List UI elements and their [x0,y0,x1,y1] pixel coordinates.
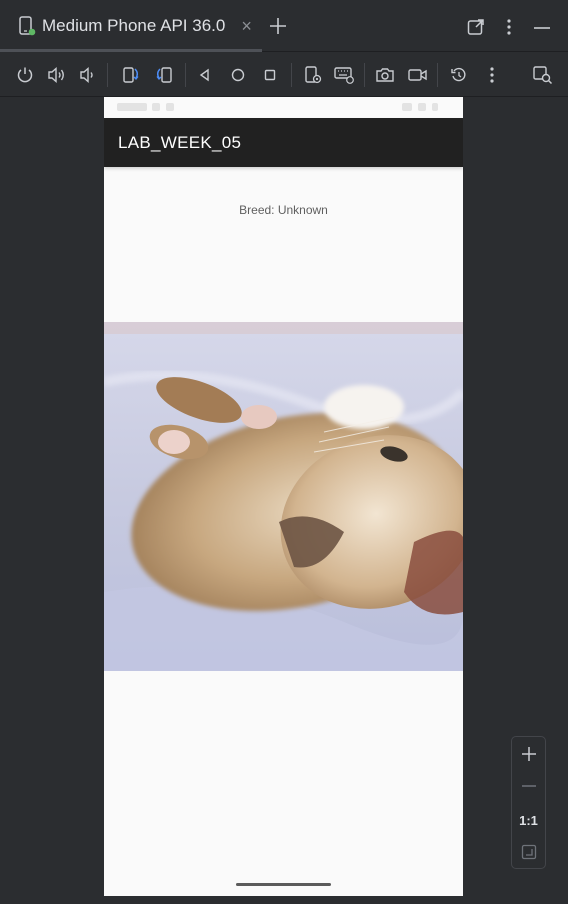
device-settings-icon[interactable] [301,63,325,87]
device-running-icon [18,16,36,36]
tab-medium-phone[interactable]: Medium Phone API 36.0 × [0,0,262,52]
new-tab-button[interactable] [266,14,290,38]
home-icon[interactable] [226,63,250,87]
tab-active-indicator [0,49,262,52]
power-icon[interactable] [13,63,37,87]
zoom-out-button[interactable] [512,775,545,797]
more-icon[interactable] [480,63,504,87]
device-screen[interactable]: LAB_WEEK_05 Breed: Unknown [104,97,463,896]
back-icon[interactable] [193,63,217,87]
snapshot-icon[interactable] [447,63,471,87]
toolbar-separator [364,63,365,87]
status-notification-icon [166,103,174,111]
emulator-toolbar [0,53,568,97]
overview-icon[interactable] [258,63,282,87]
toolbar-separator [107,63,108,87]
signal-icon [418,103,426,111]
battery-icon [432,103,438,111]
breed-label: Breed: Unknown [239,203,328,217]
rotate-right-icon[interactable] [152,63,176,87]
detach-window-icon[interactable] [465,16,487,38]
cat-image [104,322,463,671]
rotate-left-icon[interactable] [119,63,143,87]
keyboard-icon[interactable] [332,63,356,87]
fit-to-screen-icon[interactable] [512,841,545,863]
wifi-icon [402,103,412,111]
zoom-controls: 1:1 [511,736,546,869]
tab-title: Medium Phone API 36.0 [42,16,226,35]
status-notification-icon [152,103,160,111]
more-options-icon[interactable] [498,16,520,38]
app-bar: LAB_WEEK_05 [104,118,463,167]
volume-up-icon[interactable] [45,63,69,87]
screen-record-icon[interactable] [406,63,430,87]
app-title: LAB_WEEK_05 [118,132,242,152]
screenshot-icon[interactable] [373,63,397,87]
volume-down-icon[interactable] [76,63,100,87]
minimize-icon[interactable] [531,16,553,38]
status-time-icon [117,103,147,111]
tab-close-button[interactable]: × [241,16,252,37]
zoom-in-button[interactable] [512,743,545,765]
actual-size-button[interactable]: 1:1 [512,809,545,831]
toolbar-separator [185,63,186,87]
actual-size-label: 1:1 [519,812,538,828]
toolbar-separator [437,63,438,87]
status-bar [104,97,463,118]
emulator-tab-bar: Medium Phone API 36.0 × [0,0,568,52]
toolbar-separator [291,63,292,87]
layout-inspector-icon[interactable] [531,63,555,87]
gesture-nav-handle[interactable] [236,883,331,886]
